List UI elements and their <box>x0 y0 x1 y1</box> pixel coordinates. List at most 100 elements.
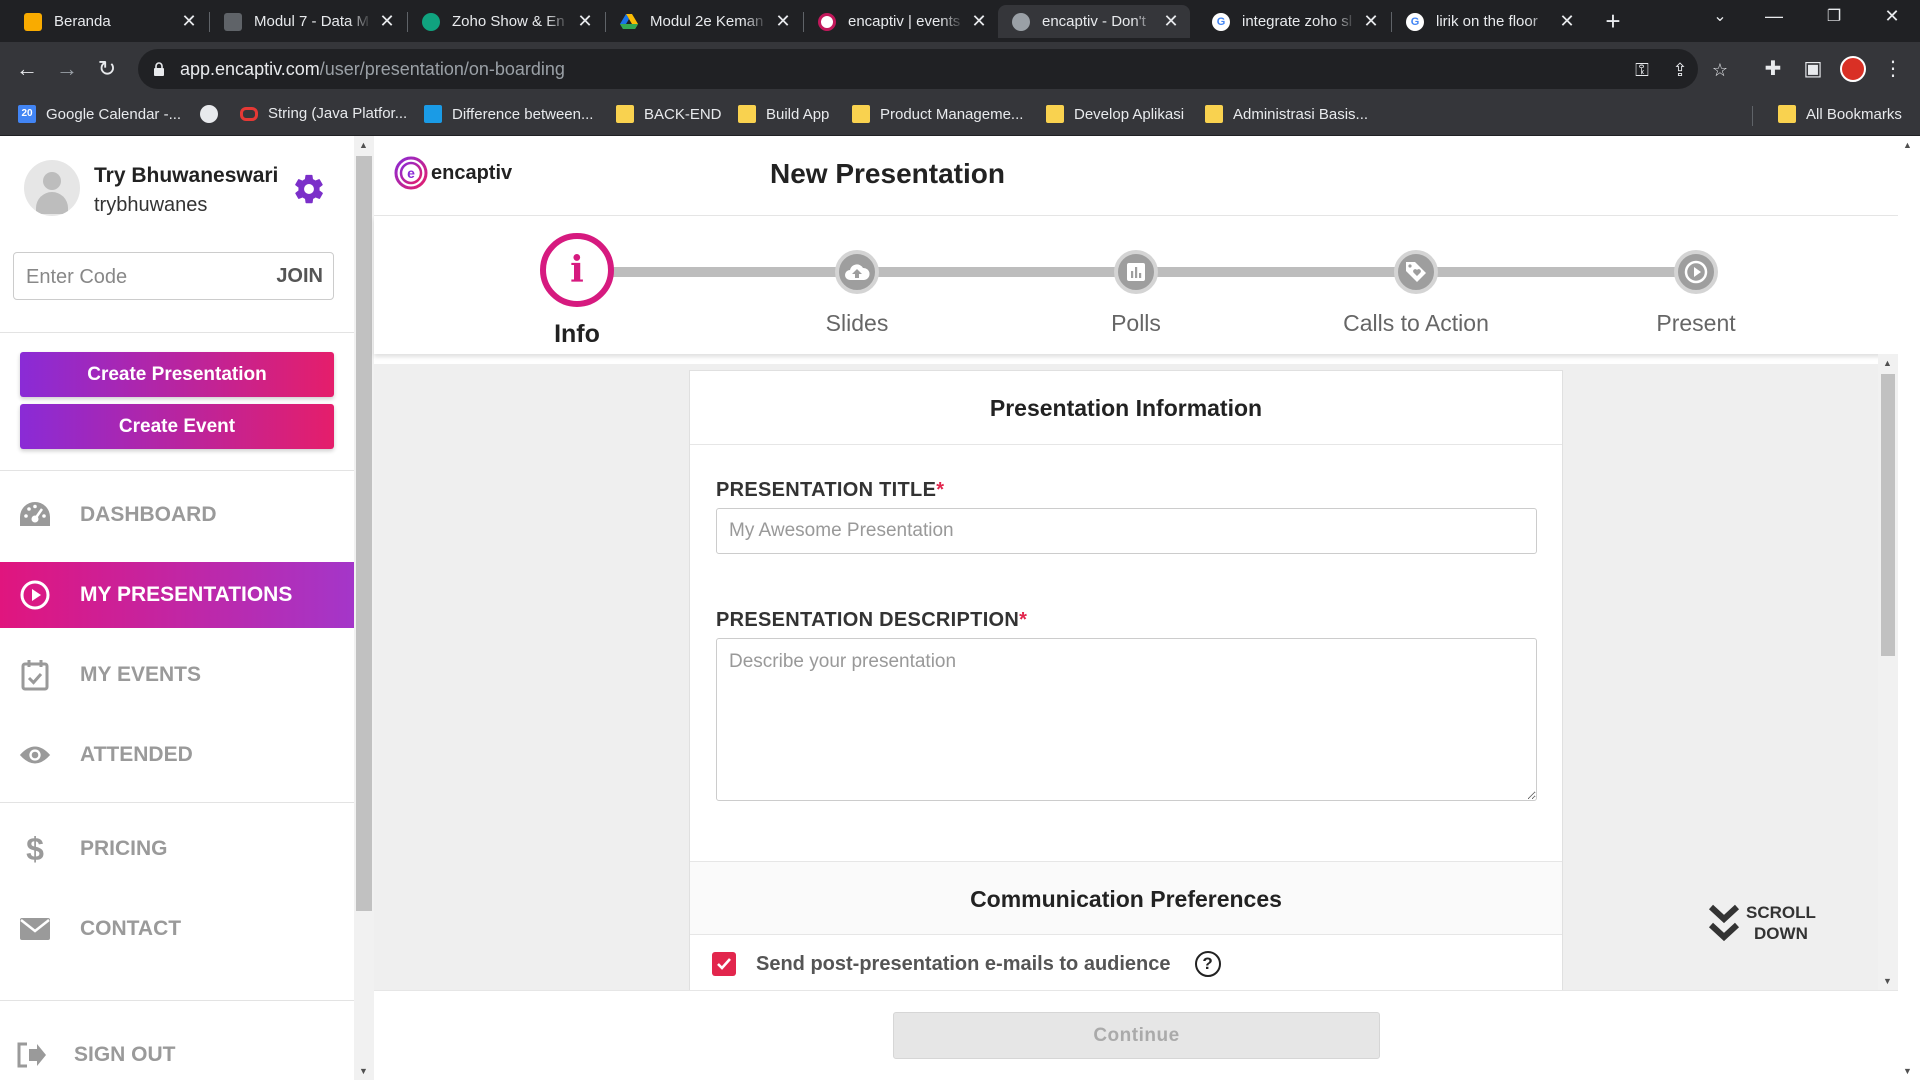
bookmark-folder[interactable]: Build App <box>738 105 829 123</box>
browser-tab-strip: Beranda ✕ Modul 7 - Data M ✕ Zoho Show &… <box>0 0 1920 42</box>
bookmarks-bar: 20 Google Calendar -... String (Java Pla… <box>0 96 1920 136</box>
browser-tab-active[interactable]: encaptiv - Don't ✕ <box>998 5 1190 38</box>
close-icon[interactable]: ✕ <box>1362 11 1380 32</box>
nav-sign-out[interactable]: SIGN OUT <box>0 1022 354 1080</box>
browser-tab[interactable]: Zoho Show & En ✕ <box>408 5 604 38</box>
post-email-label[interactable]: Send post-presentation e-mails to audien… <box>756 953 1171 976</box>
bookmark-star-icon[interactable]: ☆ <box>1708 58 1732 82</box>
browser-tab[interactable]: Modul 2e Keman ✕ <box>606 5 802 38</box>
close-icon[interactable]: ✕ <box>774 11 792 32</box>
continue-button[interactable]: Continue <box>893 1012 1380 1059</box>
divider <box>0 802 354 803</box>
content-scrollbar[interactable]: ▲ ▼ <box>1878 354 1898 990</box>
close-window-button[interactable]: ✕ <box>1872 6 1912 27</box>
play-circle-icon <box>18 578 52 612</box>
bookmark-item[interactable]: Difference between... <box>424 105 593 123</box>
browser-tab[interactable]: G lirik on the floor ✕ <box>1392 5 1586 38</box>
address-bar[interactable]: app.encaptiv.com/user/presentation/on-bo… <box>138 49 1728 89</box>
description-label: PRESENTATION DESCRIPTION* <box>716 609 1028 631</box>
nav-contact[interactable]: CONTACT <box>0 896 354 962</box>
bookmark-folder[interactable]: Product Manageme... <box>852 105 1023 123</box>
bookmark-item[interactable]: String (Java Platfor... <box>240 105 407 122</box>
close-icon[interactable]: ✕ <box>576 11 594 32</box>
browser-tab[interactable]: encaptiv | events ✕ <box>804 5 998 38</box>
title-label: PRESENTATION TITLE* <box>716 479 945 501</box>
presentation-description-textarea[interactable] <box>716 638 1537 801</box>
bookmark-item[interactable] <box>200 105 228 123</box>
menu-kebab-icon[interactable]: ⋮ <box>1880 56 1906 82</box>
scrollbar-thumb[interactable] <box>1881 374 1895 656</box>
close-icon[interactable]: ✕ <box>970 11 988 32</box>
browser-tab[interactable]: Beranda ✕ <box>10 5 208 38</box>
close-icon[interactable]: ✕ <box>1558 11 1576 32</box>
avatar[interactable] <box>24 160 80 216</box>
calendar-check-icon <box>18 658 52 692</box>
post-email-checkbox[interactable] <box>712 952 736 976</box>
divider <box>0 470 354 471</box>
page-title: New Presentation <box>770 158 1005 189</box>
back-button[interactable]: ← <box>12 54 42 84</box>
nav-my-events[interactable]: MY EVENTS <box>0 642 354 708</box>
eye-icon <box>18 738 52 772</box>
scroll-up-arrow-icon[interactable]: ▲ <box>1903 140 1912 150</box>
nav-dashboard[interactable]: DASHBOARD <box>0 482 354 548</box>
bookmark-folder[interactable]: Administrasi Basis... <box>1205 105 1368 123</box>
tab-search-icon[interactable]: ⌄ <box>1700 6 1740 26</box>
scroll-up-arrow-icon[interactable]: ▲ <box>359 140 368 150</box>
sign-out-icon <box>14 1038 48 1072</box>
page-scrollbar[interactable]: ▲ ▼ <box>1898 136 1920 1080</box>
event-code-input[interactable] <box>26 263 246 291</box>
dollar-icon: $ <box>26 830 44 867</box>
share-icon[interactable]: ⇪ <box>1668 58 1692 82</box>
browser-tab[interactable]: G integrate zoho sl ✕ <box>1198 5 1390 38</box>
create-event-button[interactable]: Create Event <box>20 404 334 449</box>
reload-button[interactable]: ↻ <box>92 54 122 84</box>
presentation-title-input[interactable] <box>716 508 1537 554</box>
form-footer: Continue <box>374 990 1898 1080</box>
lock-icon <box>154 62 164 76</box>
help-icon[interactable]: ? <box>1194 951 1221 977</box>
info-icon: i <box>540 233 614 307</box>
extensions-icon[interactable]: ✚ <box>1760 56 1786 82</box>
scroll-down-arrow-icon[interactable]: ▼ <box>1903 1066 1912 1076</box>
scroll-down-arrow-icon[interactable]: ▼ <box>1883 976 1892 986</box>
site-icon <box>424 105 442 123</box>
bookmark-folder[interactable]: BACK-END <box>616 105 722 123</box>
all-bookmarks-button[interactable]: All Bookmarks <box>1778 105 1902 123</box>
bookmark-item[interactable]: 20 Google Calendar -... <box>18 105 181 123</box>
section-heading: Communication Preferences <box>690 861 1562 935</box>
folder-icon <box>852 105 870 123</box>
create-presentation-button[interactable]: Create Presentation <box>20 352 334 397</box>
restore-button[interactable]: ❐ <box>1814 6 1854 26</box>
scroll-down-hint[interactable]: SCROLL DOWN <box>1708 902 1816 944</box>
forward-button[interactable]: → <box>52 54 82 84</box>
chatgpt-favicon-icon <box>422 12 440 31</box>
new-tab-button[interactable]: + <box>1598 6 1628 37</box>
side-panel-icon[interactable]: ▣ <box>1800 56 1826 82</box>
bar-chart-icon <box>1114 250 1158 294</box>
scroll-down-arrow-icon[interactable]: ▼ <box>359 1066 368 1076</box>
nav-pricing[interactable]: $ PRICING <box>0 816 354 882</box>
gear-icon[interactable] <box>292 172 326 206</box>
minimize-button[interactable]: — <box>1754 6 1794 27</box>
google-drive-favicon-icon <box>620 13 638 31</box>
bookmark-folder[interactable]: Develop Aplikasi <box>1046 105 1184 123</box>
globe-icon <box>200 105 218 123</box>
close-icon[interactable]: ✕ <box>180 11 198 32</box>
nav-attended[interactable]: ATTENDED <box>0 722 354 788</box>
nav-my-presentations[interactable]: MY PRESENTATIONS <box>0 562 354 628</box>
browser-tab[interactable]: Modul 7 - Data M ✕ <box>210 5 406 38</box>
sidebar-scrollbar[interactable]: ▲ ▼ <box>354 136 374 1080</box>
encaptiv-logo[interactable]: e encaptiv <box>394 156 512 190</box>
close-icon[interactable]: ✕ <box>378 11 396 32</box>
oracle-icon <box>240 106 258 121</box>
classroom-favicon-icon <box>24 12 42 31</box>
scrollbar-thumb[interactable] <box>356 156 372 911</box>
scroll-up-arrow-icon[interactable]: ▲ <box>1883 358 1892 368</box>
close-icon[interactable]: ✕ <box>1162 11 1180 32</box>
profile-avatar[interactable] <box>1840 56 1866 82</box>
join-button[interactable]: JOIN <box>276 265 323 288</box>
bookmarks-divider <box>1752 106 1753 126</box>
folder-icon <box>1046 105 1064 123</box>
key-icon[interactable]: ⚿ <box>1630 58 1654 82</box>
